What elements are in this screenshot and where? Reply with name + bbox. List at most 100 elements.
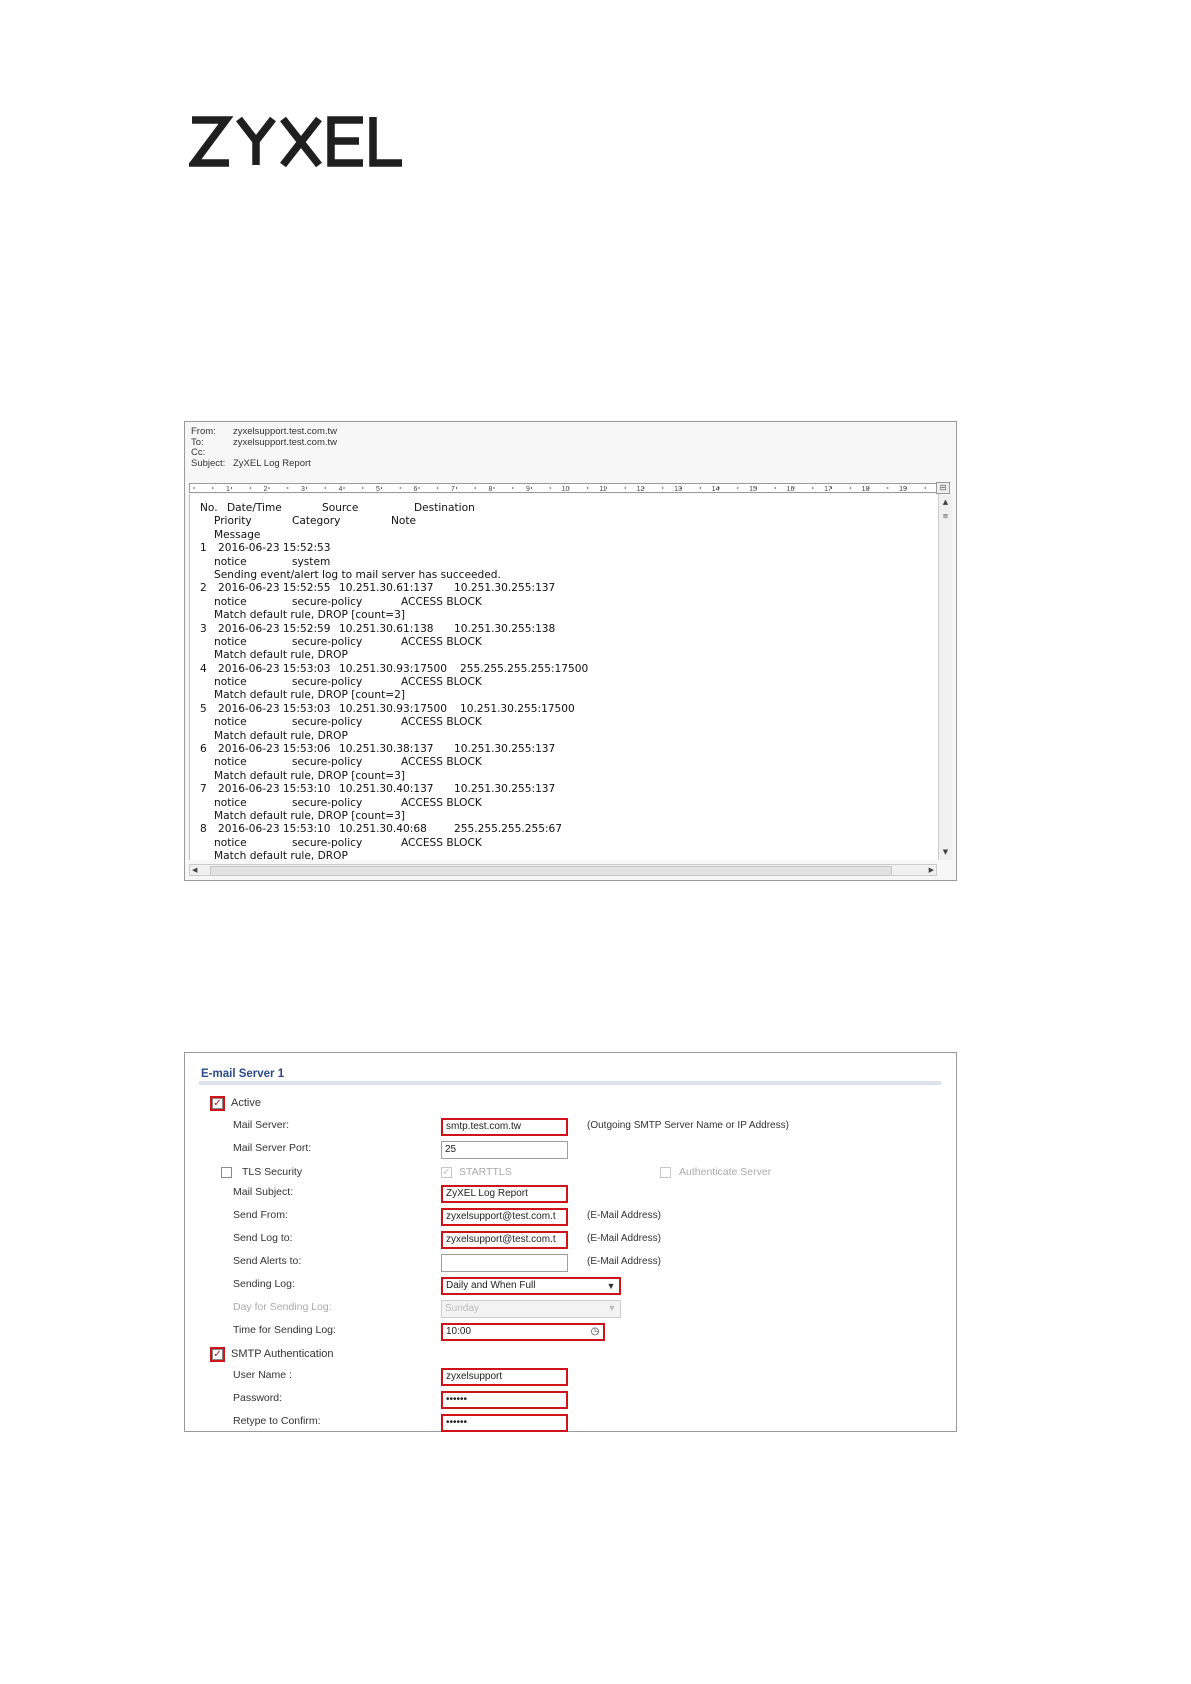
- mail-server-port-input[interactable]: 25: [441, 1141, 568, 1159]
- ruler-number: 7: [451, 486, 455, 492]
- entry-note: ACCESS BLOCK: [401, 676, 482, 689]
- entry-source: 10.251.30.40:137: [339, 783, 434, 796]
- entry-message: Match default rule, DROP [count=3]: [214, 609, 405, 622]
- horizontal-scrollbar[interactable]: ◀ ▶: [189, 864, 937, 876]
- panel-title: E-mail Server 1: [201, 1068, 285, 1080]
- smtp-authentication-label: SMTP Authentication: [231, 1348, 334, 1360]
- retype-password-label: Retype to Confirm:: [233, 1415, 321, 1427]
- mail-server-hint: (Outgoing SMTP Server Name or IP Address…: [587, 1120, 789, 1131]
- from-label: From:: [191, 426, 216, 437]
- vertical-scrollbar[interactable]: ▲ ≡ ▼: [938, 494, 952, 860]
- password-input[interactable]: ••••••: [441, 1391, 568, 1409]
- ruler-number: 18: [862, 486, 870, 492]
- entry-destination: 10.251.30.255:137: [454, 582, 556, 595]
- ruler-number: 1: [226, 486, 230, 492]
- entry-source: 10.251.30.93:17500: [339, 662, 448, 675]
- user-name-label: User Name :: [233, 1369, 292, 1381]
- email-screenshot: From: zyxelsupport.test.com.tw To: zyxelsu…: [184, 421, 957, 881]
- entry-source: 10.251.30.38:137: [339, 743, 434, 756]
- chevron-down-icon[interactable]: ▼: [606, 1302, 618, 1314]
- entry-no: 8: [200, 823, 207, 836]
- entry-datetime: 2016-06-23 15:52:53: [218, 542, 331, 555]
- time-for-sending-log-value: 10:00: [446, 1326, 472, 1337]
- authenticate-server-checkbox[interactable]: [660, 1167, 671, 1178]
- active-checkbox[interactable]: ✓: [210, 1096, 225, 1111]
- entry-category: secure-policy: [292, 716, 363, 729]
- entry-destination: 255.255.255.255:17500: [460, 662, 589, 675]
- send-alerts-to-label: Send Alerts to:: [233, 1255, 302, 1267]
- entry-priority: notice: [214, 756, 247, 769]
- entry-priority: notice: [214, 796, 247, 809]
- entry-datetime: 2016-06-23 15:52:55: [218, 582, 331, 595]
- ruler-number: 2: [264, 486, 268, 492]
- entry-category: system: [292, 555, 331, 568]
- entry-note: ACCESS BLOCK: [401, 595, 482, 608]
- send-from-hint: (E-Mail Address): [587, 1210, 661, 1221]
- entry-source: 10.251.30.61:137: [339, 582, 434, 595]
- subject-label: Subject:: [191, 457, 226, 469]
- retype-password-input[interactable]: ••••••: [441, 1414, 568, 1432]
- scroll-left-icon[interactable]: ◀: [192, 865, 197, 875]
- entry-priority: notice: [214, 555, 247, 568]
- header-cc: Cc:: [191, 447, 337, 459]
- ruler-number: 16: [787, 486, 795, 492]
- entry-message: Match default rule, DROP: [214, 649, 348, 662]
- send-log-to-input[interactable]: zyxelsupport@test.com.t: [441, 1231, 568, 1249]
- col-message-header: Message: [214, 528, 261, 541]
- entry-destination: 10.251.30.255:137: [454, 783, 556, 796]
- smtp-authentication-checkbox[interactable]: ✓: [210, 1347, 225, 1362]
- ruler-number: 19: [899, 486, 907, 492]
- ruler-number: 10: [562, 486, 570, 492]
- ruler: 1 2 3 4 5 6 7 8 9 10 11 12 13 14 15 16 17 18 19: [189, 483, 937, 493]
- mail-server-port-label: Mail Server Port:: [233, 1142, 312, 1154]
- col-datetime-header: Date/Time: [227, 502, 282, 514]
- ruler-toggle-icon[interactable]: ⊟: [936, 482, 950, 494]
- entry-no: 5: [200, 702, 207, 715]
- entry-category: secure-policy: [292, 635, 363, 648]
- ruler-number: 17: [824, 486, 832, 492]
- mail-subject-label: Mail Subject:: [233, 1186, 294, 1198]
- active-label: Active: [231, 1097, 261, 1109]
- day-for-sending-log-select[interactable]: Sunday ▼: [441, 1300, 621, 1318]
- entry-no: 2: [200, 582, 207, 595]
- entry-destination: 255.255.255.255:67: [454, 823, 563, 836]
- starttls-label: STARTTLS: [459, 1166, 512, 1178]
- entry-priority: notice: [214, 635, 247, 648]
- time-for-sending-log-input[interactable]: 10:00 ◷: [441, 1323, 605, 1341]
- ruler-number: 8: [489, 486, 493, 492]
- ruler-number: 4: [339, 486, 343, 492]
- col-category-header: Category: [292, 515, 341, 528]
- entry-message: Match default rule, DROP [count=3]: [214, 769, 405, 782]
- send-alerts-to-input[interactable]: [441, 1254, 568, 1272]
- password-label: Password:: [233, 1392, 283, 1404]
- horizontal-scroll-thumb[interactable]: [210, 866, 892, 876]
- entry-priority: notice: [214, 595, 247, 608]
- scroll-thumb-icon[interactable]: ≡: [939, 510, 952, 522]
- entry-destination: 10.251.30.255:138: [454, 622, 556, 635]
- ruler-number: 13: [674, 486, 682, 492]
- mail-server-input[interactable]: smtp.test.com.tw: [441, 1118, 568, 1136]
- send-log-to-label: Send Log to:: [233, 1232, 293, 1244]
- entry-datetime: 2016-06-23 15:53:03: [218, 662, 331, 675]
- header-from: From: zyxelsupport.test.com.tw: [191, 426, 337, 438]
- authenticate-server-label: Authenticate Server: [679, 1166, 772, 1178]
- entry-datetime: 2016-06-23 15:53:03: [218, 702, 331, 715]
- to-value: zyxelsupport.test.com.tw: [233, 436, 338, 448]
- entry-priority: notice: [214, 676, 247, 689]
- clock-icon[interactable]: ◷: [589, 1326, 601, 1338]
- scroll-up-icon[interactable]: ▲: [939, 496, 952, 508]
- starttls-checkbox[interactable]: ✓: [441, 1167, 452, 1178]
- mail-subject-input[interactable]: ZyXEL Log Report: [441, 1185, 568, 1203]
- scroll-right-icon[interactable]: ▶: [929, 865, 934, 875]
- subject-value: ZyXEL Log Report: [233, 457, 311, 469]
- mail-server-label: Mail Server:: [233, 1119, 290, 1131]
- sending-log-label: Sending Log:: [233, 1278, 295, 1290]
- tls-security-checkbox[interactable]: [221, 1167, 232, 1178]
- chevron-down-icon[interactable]: ▼: [605, 1280, 617, 1292]
- send-from-input[interactable]: zyxelsupport@test.com.t: [441, 1208, 568, 1226]
- scroll-down-icon[interactable]: ▼: [939, 846, 952, 858]
- sending-log-select[interactable]: Daily and When Full ▼: [441, 1277, 621, 1295]
- entry-note: ACCESS BLOCK: [401, 635, 482, 648]
- ruler-number: 6: [414, 486, 418, 492]
- user-name-input[interactable]: zyxelsupport: [441, 1368, 568, 1386]
